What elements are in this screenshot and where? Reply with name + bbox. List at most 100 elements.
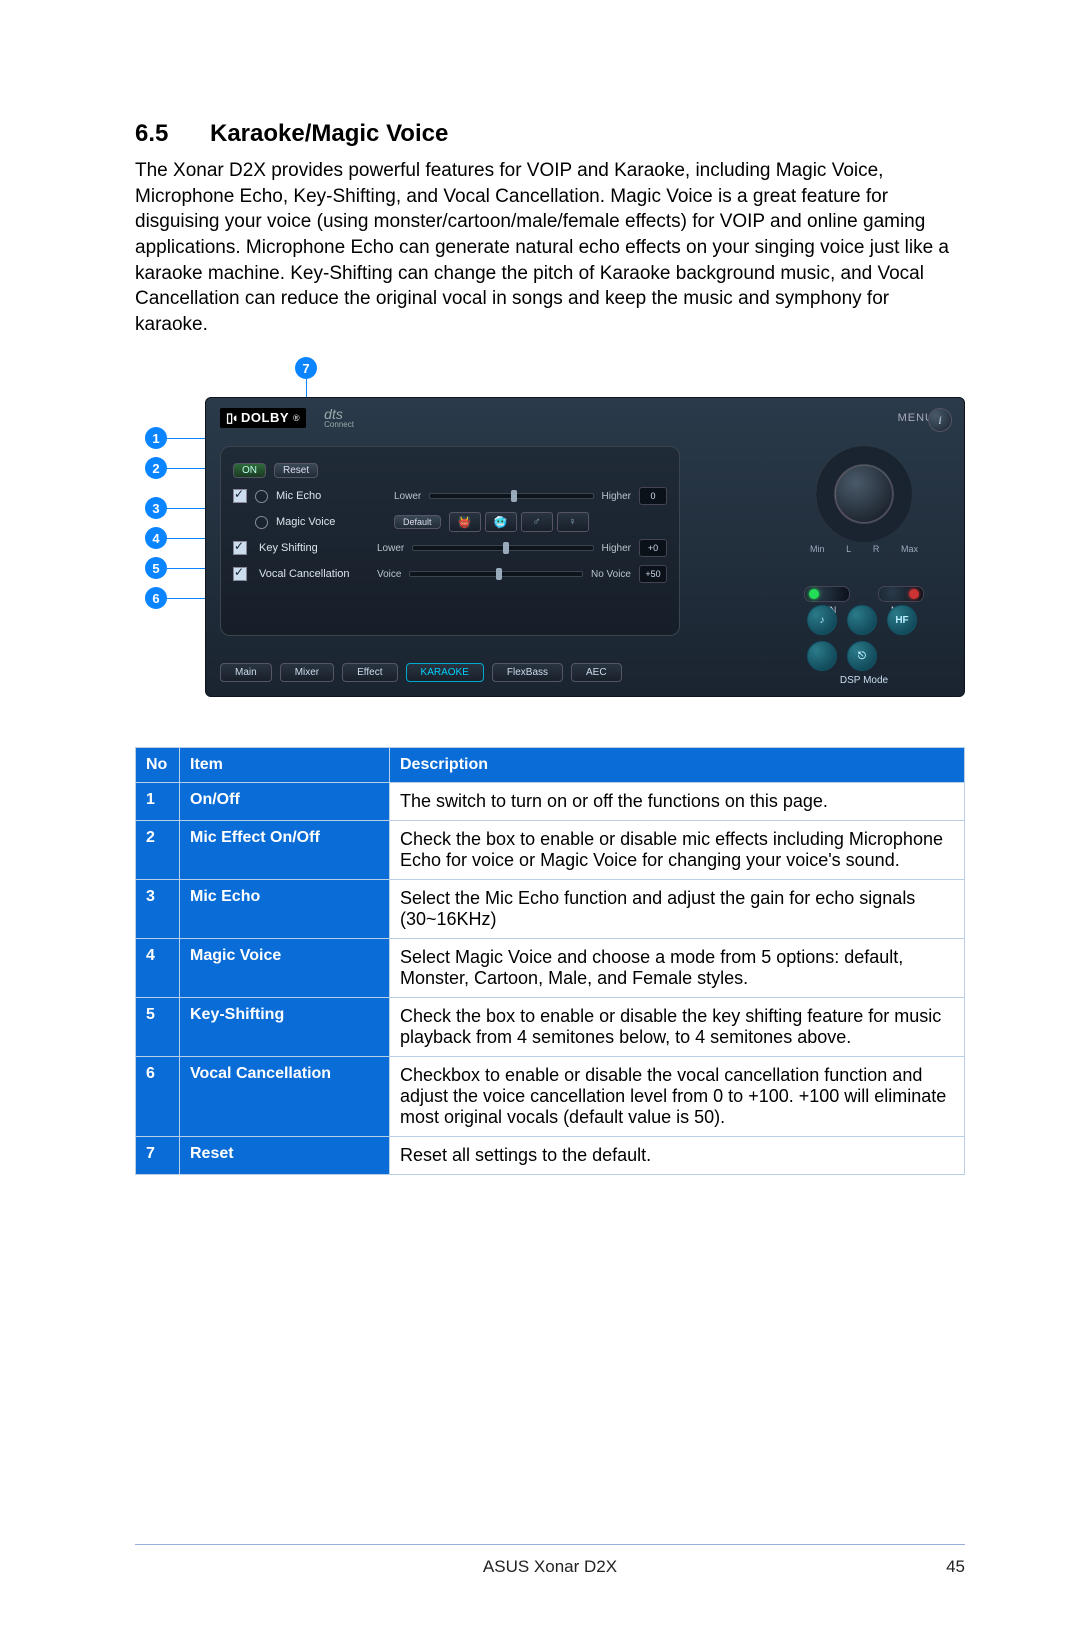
dsp-button[interactable]: HF (887, 605, 917, 635)
cell-no: 1 (136, 783, 180, 821)
callout-3: 3 (145, 497, 167, 519)
micecho-slider[interactable] (429, 493, 593, 499)
table-row: 1 On/Off The switch to turn on or off th… (136, 783, 965, 821)
dolby-icon: ▯◖ (226, 410, 237, 426)
knob-min-label: Min (810, 544, 825, 554)
tab-karaoke[interactable]: KARAOKE (406, 663, 484, 682)
cell-item: Mic Effect On/Off (180, 821, 390, 880)
app-window: ▯◖ DOLBY ® dts Connect MENU i ON Reset (205, 397, 965, 697)
table-row: 3 Mic Echo Select the Mic Echo function … (136, 880, 965, 939)
dsp-button[interactable] (847, 605, 877, 635)
cell-desc: The switch to turn on or off the functio… (390, 783, 965, 821)
table-row: 2 Mic Effect On/Off Check the box to ena… (136, 821, 965, 880)
mute-led-icon (878, 586, 924, 602)
karaoke-panel: ON Reset Mic Echo Lower Higher 0 Magic V… (220, 446, 680, 636)
magicvoice-mode-buttons: 👹 🥶 ♂ ♀ (449, 512, 589, 532)
vcancel-slider[interactable] (409, 571, 583, 577)
cell-desc: Select Magic Voice and choose a mode fro… (390, 939, 965, 998)
higher-label: Higher (602, 543, 631, 554)
th-no: No (136, 748, 180, 783)
volume-knob-area: Min L R Max (804, 446, 924, 554)
cell-no: 2 (136, 821, 180, 880)
cell-no: 4 (136, 939, 180, 998)
callout-1: 1 (145, 427, 167, 449)
tab-flexbass[interactable]: FlexBass (492, 663, 563, 682)
on-button[interactable]: ON (233, 463, 266, 478)
keyshift-label: Key Shifting (259, 542, 369, 554)
voice-label: Voice (377, 569, 401, 580)
tab-aec[interactable]: AEC (571, 663, 622, 682)
vcancel-label: Vocal Cancellation (259, 568, 369, 580)
lower-label: Lower (394, 491, 421, 502)
micecho-value: 0 (639, 487, 667, 505)
micecho-label: Mic Echo (276, 490, 386, 502)
knob-l-label: L (846, 544, 851, 554)
keyshift-value: +0 (639, 539, 667, 557)
dsp-mode-label: DSP Mode (794, 675, 934, 686)
section-heading: 6.5Karaoke/Magic Voice (135, 120, 965, 148)
tab-mixer[interactable]: Mixer (280, 663, 334, 682)
reference-table: No Item Description 1 On/Off The switch … (135, 747, 965, 1175)
cell-no: 3 (136, 880, 180, 939)
cell-desc: Select the Mic Echo function and adjust … (390, 880, 965, 939)
callout-2: 2 (145, 457, 167, 479)
footer-product: ASUS Xonar D2X (135, 1557, 965, 1577)
tab-bar: Main Mixer Effect KARAOKE FlexBass AEC (220, 663, 690, 682)
dsp-button[interactable]: ⎋ (847, 641, 877, 671)
callout-5: 5 (145, 557, 167, 579)
novoice-label: No Voice (591, 569, 631, 580)
micecho-checkbox[interactable] (233, 489, 247, 503)
cell-no: 7 (136, 1137, 180, 1175)
reset-button[interactable]: Reset (274, 463, 318, 478)
page-footer: ASUS Xonar D2X 45 (135, 1544, 965, 1557)
keyshift-slider[interactable] (412, 545, 593, 551)
dts-logo: dts Connect (324, 406, 354, 429)
volume-knob[interactable] (816, 446, 912, 542)
cell-desc: Check the box to enable or disable mic e… (390, 821, 965, 880)
male-icon[interactable]: ♂ (521, 512, 553, 532)
monster-icon[interactable]: 👹 (449, 512, 481, 532)
table-row: 5 Key-Shifting Check the box to enable o… (136, 998, 965, 1057)
micecho-radio[interactable] (255, 490, 268, 503)
table-row: 4 Magic Voice Select Magic Voice and cho… (136, 939, 965, 998)
magicvoice-default-button[interactable]: Default (394, 515, 441, 529)
cell-no: 5 (136, 998, 180, 1057)
app-topbar: ▯◖ DOLBY ® dts Connect MENU (206, 398, 964, 433)
figure-karaoke-panel: 7 1 2 3 4 5 6 ▯◖ DOLBY ® dts Connect (135, 357, 965, 707)
section-title: Karaoke/Magic Voice (210, 120, 448, 147)
dolby-logo: ▯◖ DOLBY ® (220, 408, 306, 428)
section-number: 6.5 (135, 120, 210, 148)
table-row: 6 Vocal Cancellation Checkbox to enable … (136, 1057, 965, 1137)
higher-label: Higher (602, 491, 631, 502)
lower-label: Lower (377, 543, 404, 554)
th-desc: Description (390, 748, 965, 783)
vcancel-value: +50 (639, 565, 667, 583)
callout-6: 6 (145, 587, 167, 609)
footer-page-number: 45 (946, 1557, 965, 1577)
callout-4: 4 (145, 527, 167, 549)
cartoon-icon[interactable]: 🥶 (485, 512, 517, 532)
magicvoice-label: Magic Voice (276, 516, 386, 528)
cell-item: Magic Voice (180, 939, 390, 998)
cell-item: Key-Shifting (180, 998, 390, 1057)
vcancel-checkbox[interactable] (233, 567, 247, 581)
th-item: Item (180, 748, 390, 783)
dsp-button[interactable]: ♪ (807, 605, 837, 635)
cell-item: Vocal Cancellation (180, 1057, 390, 1137)
magicvoice-radio[interactable] (255, 516, 268, 529)
cell-desc: Checkbox to enable or disable the vocal … (390, 1057, 965, 1137)
keyshift-checkbox[interactable] (233, 541, 247, 555)
registered-symbol: ® (293, 413, 300, 423)
tab-effect[interactable]: Effect (342, 663, 397, 682)
body-paragraph: The Xonar D2X provides powerful features… (135, 158, 965, 337)
cell-item: Reset (180, 1137, 390, 1175)
callout-7: 7 (295, 357, 317, 379)
knob-r-label: R (873, 544, 880, 554)
table-header-row: No Item Description (136, 748, 965, 783)
dolby-text: DOLBY (241, 410, 289, 425)
dsp-mode-area: ♪ HF ⎋ DSP Mode (794, 605, 934, 686)
cell-desc: Reset all settings to the default. (390, 1137, 965, 1175)
dsp-button[interactable] (807, 641, 837, 671)
female-icon[interactable]: ♀ (557, 512, 589, 532)
tab-main[interactable]: Main (220, 663, 272, 682)
